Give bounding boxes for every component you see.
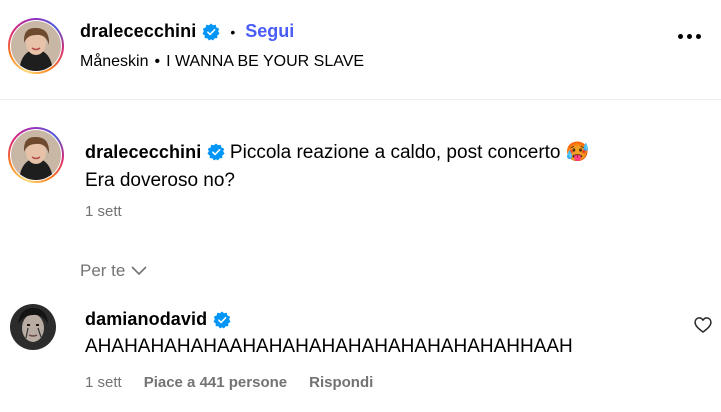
commenter-photo-icon bbox=[10, 304, 56, 350]
sort-label: Per te bbox=[80, 261, 126, 280]
comment-meta: 1 sett Piace a 441 persone Rispondi bbox=[85, 374, 373, 391]
chevron-down-icon bbox=[131, 266, 147, 276]
comment-likes-link[interactable]: Piace a 441 persone bbox=[144, 374, 287, 391]
commenter-avatar[interactable] bbox=[10, 304, 56, 350]
comment-text: AHAHAHAHAHAAHAHAHAHAHAHAHAHAHAHAHHAAH bbox=[85, 336, 573, 357]
post-header: dralececchini • Segui Måneskin • I WANNA… bbox=[0, 0, 721, 100]
reply-button[interactable]: Rispondi bbox=[309, 374, 373, 391]
commenter-username[interactable]: damianodavid bbox=[85, 309, 207, 330]
avatar-photo-icon bbox=[11, 130, 61, 180]
header-separator: • bbox=[230, 23, 236, 40]
audio-info[interactable]: Måneskin • I WANNA BE YOUR SLAVE bbox=[80, 53, 364, 71]
verified-badge-icon bbox=[207, 143, 225, 161]
comment-timestamp: 1 sett bbox=[85, 374, 122, 391]
avatar-photo-icon bbox=[11, 21, 61, 71]
audio-title[interactable]: I WANNA BE YOUR SLAVE bbox=[166, 53, 364, 71]
caption-username[interactable]: dralececchini bbox=[85, 142, 201, 162]
verified-badge-icon bbox=[213, 310, 231, 329]
author-username[interactable]: dralececchini bbox=[80, 21, 196, 42]
caption-line-1: Piccola reazione a caldo, post concerto bbox=[229, 142, 561, 163]
follow-button[interactable]: Segui bbox=[245, 21, 294, 42]
hot-face-emoji: 🥵 bbox=[565, 142, 590, 163]
heart-icon[interactable] bbox=[693, 315, 713, 335]
caption-author-avatar[interactable] bbox=[8, 127, 64, 183]
caption-timestamp: 1 sett bbox=[85, 203, 122, 220]
audio-artist[interactable]: Måneskin bbox=[80, 53, 148, 71]
verified-badge-icon bbox=[202, 22, 220, 41]
caption-line-2: Era doveroso no? bbox=[85, 170, 235, 191]
audio-separator: • bbox=[154, 53, 161, 70]
author-avatar[interactable] bbox=[8, 18, 64, 74]
caption-text: dralececchini Piccola reazione a caldo, … bbox=[85, 138, 685, 195]
more-options-icon[interactable] bbox=[678, 34, 701, 39]
sort-comments-dropdown[interactable]: Per te bbox=[80, 261, 147, 281]
